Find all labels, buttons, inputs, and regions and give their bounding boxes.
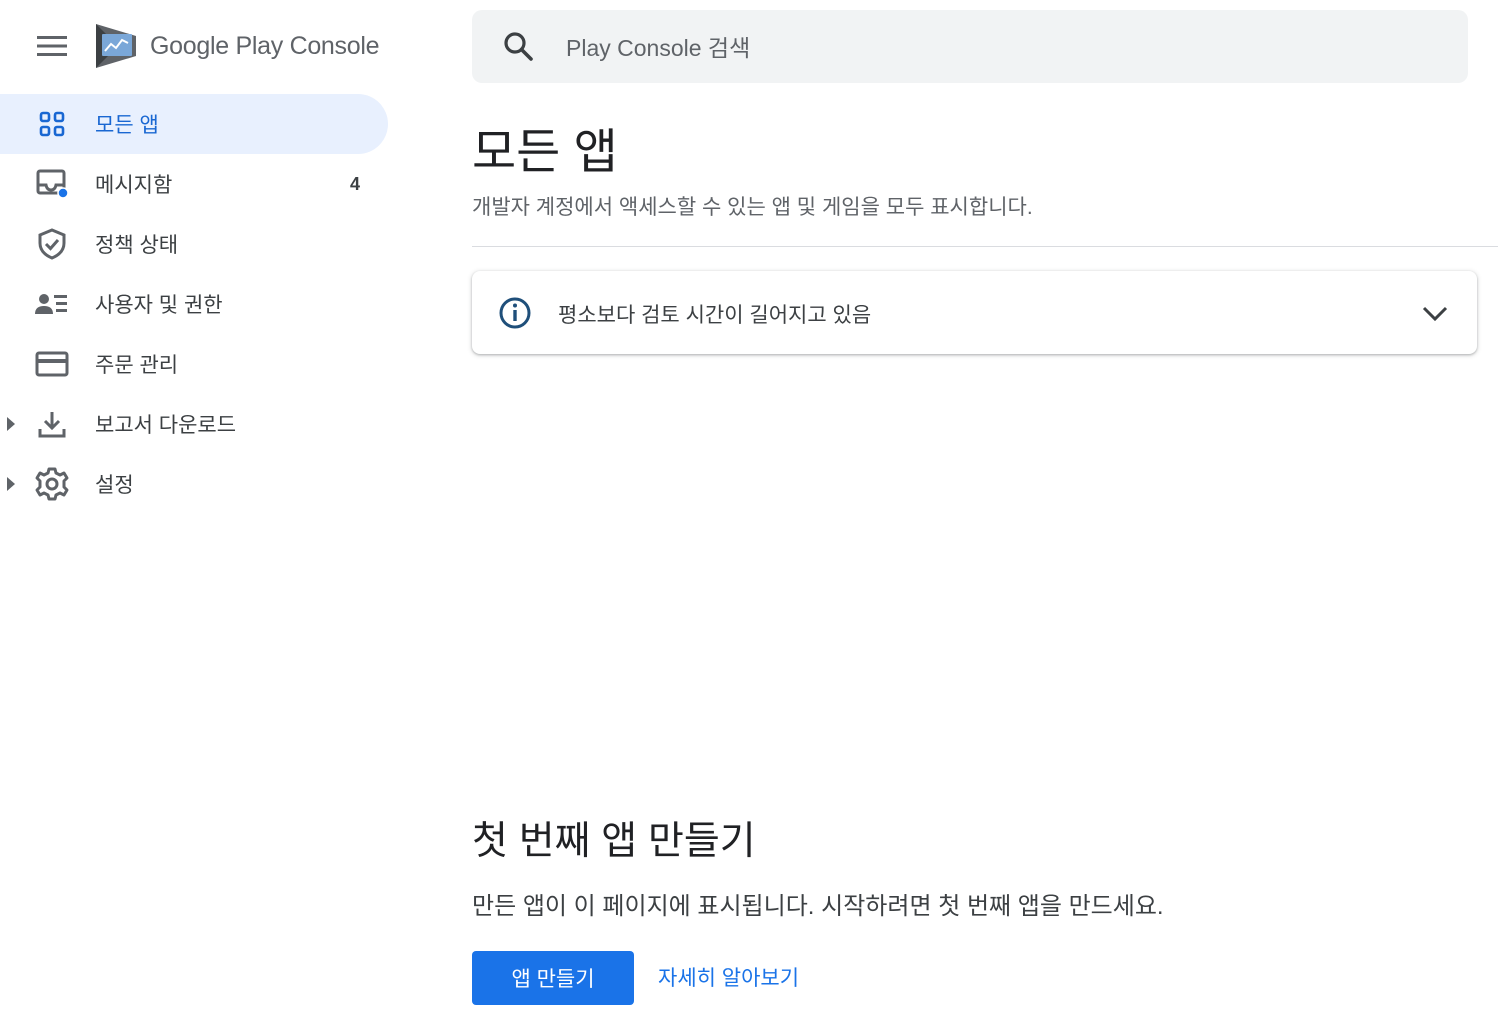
sidebar-item-settings[interactable]: 설정 [0,454,388,514]
sidebar-item-users-permissions[interactable]: 사용자 및 권한 [0,274,388,334]
sidebar-item-label: 모든 앱 [95,114,159,137]
sidebar-item-label: 주문 관리 [95,354,179,377]
sidebar-item-label: 보고서 다운로드 [95,414,237,437]
review-time-notice[interactable]: 평소보다 검토 시간이 길어지고 있음 [472,271,1477,354]
inbox-count-badge: 4 [350,173,361,194]
shield-check-icon [34,226,70,262]
main-menu-button[interactable] [30,26,74,66]
notice-text: 평소보다 검토 시간이 길어지고 있음 [558,304,872,327]
gear-icon [34,466,70,502]
sidebar-item-all-apps[interactable]: 모든 앱 [0,94,388,154]
sidebar-item-inbox[interactable]: 메시지함 4 [0,154,388,214]
chevron-down-icon[interactable] [1418,299,1452,327]
expand-caret-icon[interactable] [5,417,17,431]
download-icon [34,406,70,442]
logo-text: Google Play Console [150,31,380,60]
sidebar-item-label: 정책 상태 [95,234,179,257]
create-app-button[interactable]: 앱 만들기 [472,951,634,1005]
sidebar: Google Play Console 모든 앱 메시지함 4 정책 상태 사용… [0,0,400,1015]
sidebar-item-policy-status[interactable]: 정책 상태 [0,214,388,274]
page-subtitle: 개발자 계정에서 액세스할 수 있는 앱 및 게임을 모두 표시합니다. [472,196,1033,219]
search-input[interactable] [564,28,1444,68]
search-bar[interactable] [472,10,1468,83]
sidebar-item-order-management[interactable]: 주문 관리 [0,334,388,394]
search-icon[interactable] [502,30,536,64]
empty-state-title: 첫 번째 앱 만들기 [472,820,756,863]
sidebar-item-label: 사용자 및 권한 [95,294,223,317]
info-icon [499,297,531,329]
inbox-icon [34,166,70,202]
hamburger-menu-icon [37,36,67,56]
learn-more-link[interactable]: 자세히 알아보기 [658,962,799,992]
play-console-logo-icon [96,24,136,68]
expand-caret-icon[interactable] [5,477,17,491]
grid-apps-icon [34,106,70,142]
credit-card-icon [34,346,70,382]
sidebar-item-download-reports[interactable]: 보고서 다운로드 [0,394,388,454]
divider [472,246,1498,247]
users-list-icon [34,286,70,322]
play-console-logo[interactable]: Google Play Console [94,22,379,70]
page-title: 모든 앱 [472,126,618,179]
sidebar-nav: 모든 앱 메시지함 4 정책 상태 사용자 및 권한 주문 관리 보고서 다운로… [0,94,400,514]
sidebar-header: Google Play Console [0,0,400,90]
sidebar-item-label: 메시지함 [95,174,173,197]
empty-state-description: 만든 앱이 이 페이지에 표시됩니다. 시작하려면 첫 번째 앱을 만드세요. [472,893,1164,920]
sidebar-item-label: 설정 [95,474,134,497]
